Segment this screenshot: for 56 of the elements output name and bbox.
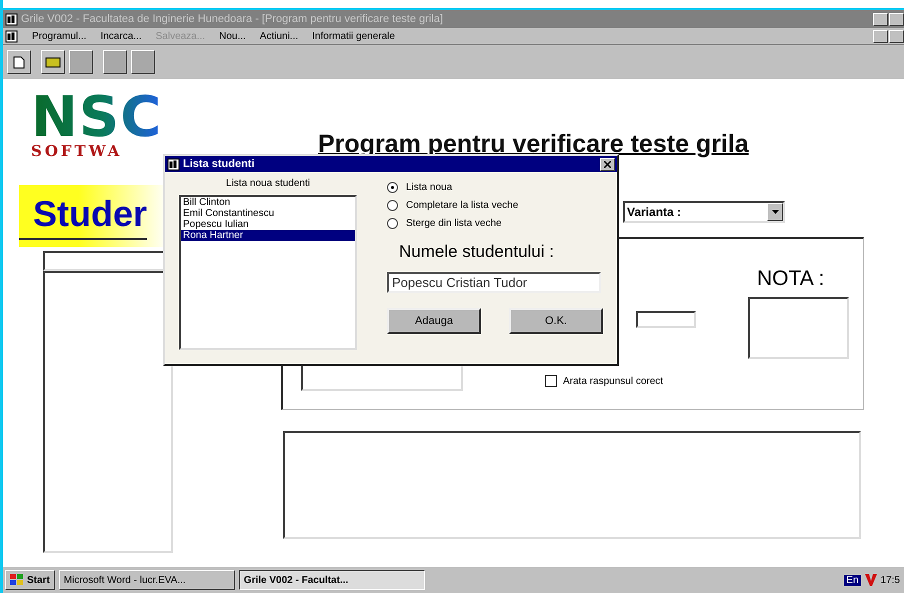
student-list[interactable]	[43, 271, 173, 553]
taskbar-button[interactable]: Grile V002 - Facultat...	[238, 570, 425, 590]
radio-button[interactable]	[387, 218, 398, 228]
folder-icon	[45, 56, 61, 68]
radio-label: Sterge din lista veche	[406, 218, 502, 228]
taskbar-button[interactable]: Microsoft Word - lucr.EVA...	[58, 570, 235, 590]
minimize-button[interactable]	[873, 12, 888, 26]
menu-item[interactable]: Incarca...	[100, 30, 142, 42]
minimize-button[interactable]	[873, 30, 888, 42]
list-item[interactable]: Bill Clinton	[181, 197, 355, 208]
restore-button[interactable]	[889, 30, 904, 42]
logo-subtitle: SOFTWA	[31, 143, 124, 159]
caret-icon	[767, 203, 783, 221]
radio-button[interactable]	[387, 200, 398, 210]
grade-field[interactable]	[748, 297, 849, 359]
menu-item[interactable]: Programul...	[32, 30, 86, 42]
clock: 17:5	[880, 574, 900, 586]
toolbar-button[interactable]	[131, 50, 155, 74]
open-folder-button[interactable]	[41, 50, 65, 74]
new-file-button[interactable]	[7, 50, 31, 74]
menu-item[interactable]: Informatii generale	[312, 30, 395, 42]
checkbox-label: Arata raspunsul corect	[563, 376, 664, 386]
app-icon	[167, 158, 180, 170]
maximize-button[interactable]	[889, 12, 904, 26]
checkbox[interactable]	[545, 375, 557, 387]
variant-dropdown[interactable]: Varianta :	[623, 201, 785, 223]
dialog-button[interactable]: O.K.	[509, 308, 603, 334]
app-icon	[5, 12, 18, 26]
windows-logo-icon	[10, 574, 24, 586]
close-icon	[604, 160, 611, 168]
name-field[interactable]: Popescu Cristian Tudor	[387, 272, 601, 293]
app-icon	[5, 30, 18, 42]
dialog-title: Lista studenti	[183, 158, 256, 170]
radio-label: Completare la lista veche	[406, 200, 518, 210]
text-area[interactable]	[283, 431, 861, 539]
name-label: Numele studentului :	[399, 242, 555, 262]
language-indicator[interactable]: En	[844, 574, 861, 586]
toolbar-button[interactable]	[103, 50, 127, 74]
antivirus-icon[interactable]	[864, 574, 877, 586]
list-item[interactable]: Rona Hartner	[181, 230, 355, 241]
grade-label: NOTA :	[757, 267, 824, 291]
close-button[interactable]	[600, 158, 615, 170]
start-button[interactable]: Start	[5, 570, 55, 590]
list-item[interactable]: Popescu Iulian	[181, 219, 355, 230]
menu-item[interactable]: Nou...	[219, 30, 246, 42]
input-field[interactable]	[636, 311, 696, 328]
page-heading: Program pentru verificare teste grila	[318, 129, 749, 159]
list-label: Lista noua studenti	[225, 178, 311, 189]
document-icon	[13, 56, 25, 68]
radio-label: Lista noua	[406, 182, 452, 192]
menu-item[interactable]: Actiuni...	[260, 30, 298, 42]
dialog-button[interactable]: Adauga	[387, 308, 481, 334]
radio-button[interactable]	[387, 182, 398, 192]
window-title: Grile V002 - Facultatea de Inginerie Hunedoara - [Program pentru verificare teste grila]	[21, 13, 444, 25]
toolbar-button[interactable]	[69, 50, 93, 74]
list-item[interactable]: Emil Constantinescu	[181, 208, 355, 219]
